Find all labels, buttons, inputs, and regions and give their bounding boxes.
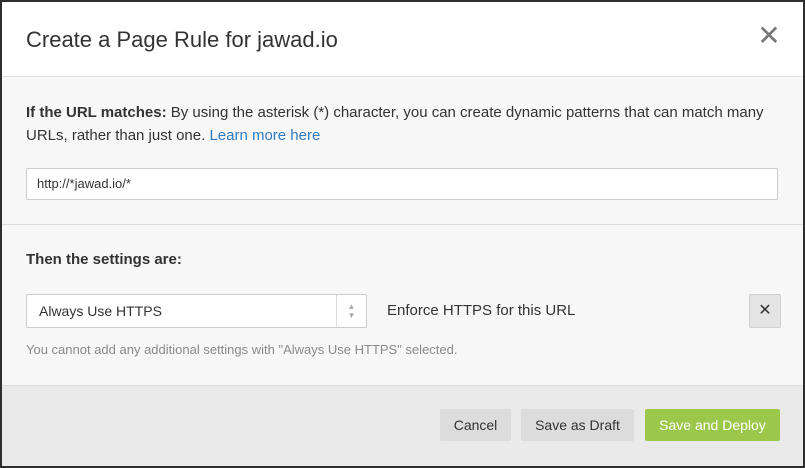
url-match-label: If the URL matches: xyxy=(26,104,167,121)
remove-setting-button[interactable]: ✕ xyxy=(749,294,781,328)
dialog-footer: Cancel Save as Draft Save and Deploy xyxy=(2,385,803,466)
setting-description: Enforce HTTPS for this URL xyxy=(387,302,576,319)
settings-title: Then the settings are: xyxy=(26,251,182,268)
settings-note: You cannot add any additional settings w… xyxy=(26,342,458,357)
page-rule-dialog: Create a Page Rule for jawad.io ✕ If the… xyxy=(2,2,803,466)
url-match-section: If the URL matches: By using the asteris… xyxy=(2,77,803,225)
dialog-title: Create a Page Rule for jawad.io xyxy=(26,27,338,52)
save-draft-button[interactable]: Save as Draft xyxy=(521,409,634,441)
setting-select[interactable]: Always Use HTTPS ▲ ▼ xyxy=(26,294,367,328)
save-deploy-button[interactable]: Save and Deploy xyxy=(645,409,780,441)
select-arrows-icon[interactable]: ▲ ▼ xyxy=(336,295,366,327)
dialog-header: Create a Page Rule for jawad.io ✕ xyxy=(2,2,803,77)
close-icon[interactable]: ✕ xyxy=(757,22,781,50)
learn-more-link[interactable]: Learn more here xyxy=(209,127,320,144)
url-match-description: If the URL matches: By using the asteris… xyxy=(26,101,766,147)
setting-select-value: Always Use HTTPS xyxy=(39,303,162,319)
settings-section: Then the settings are: Always Use HTTPS … xyxy=(2,225,803,385)
cancel-button[interactable]: Cancel xyxy=(440,409,511,441)
url-pattern-input[interactable]: http://*jawad.io/* xyxy=(26,168,778,200)
